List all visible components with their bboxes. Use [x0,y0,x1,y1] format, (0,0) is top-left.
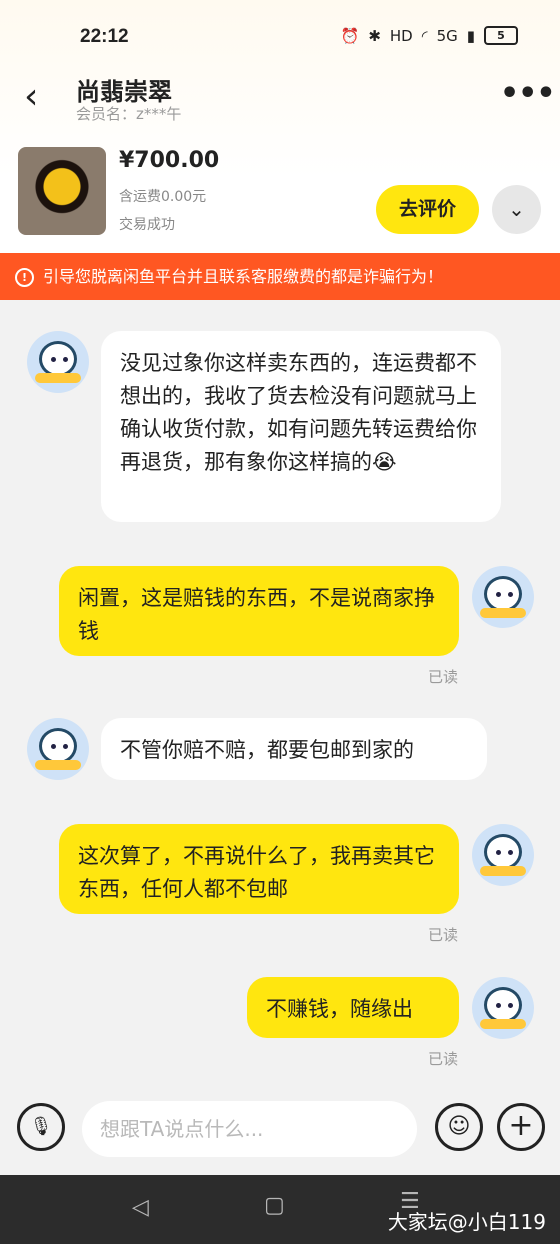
watermark-text: 大家坛@小白119 [387,1210,546,1234]
warning-icon: ! [15,268,34,287]
page-title: 尚翡崇翠 [76,78,172,106]
message-bubble-4: 不赚钱，随缘出 [247,977,459,1038]
microphone-icon[interactable]: 🎙 [17,1103,65,1151]
message-bubble-2: 不管你赔不赔，都要包邮到家的 [101,718,487,780]
avatar[interactable] [472,824,534,886]
bluetooth-icon: ✱ [368,26,381,45]
avatar[interactable] [472,566,534,628]
product-thumbnail[interactable] [18,147,106,235]
nav-home-icon[interactable]: ▢ [264,1193,285,1218]
product-shipping: 含运费0.00元 [119,189,207,205]
signal-icon: ▮ [466,26,475,45]
status-bar: 22:12 ⏰ ✱ HD ◜ 5G ▮ 5 [0,18,560,58]
avatar[interactable] [472,977,534,1039]
battery-icon: 5 [484,26,518,45]
input-bar: 🎙 想跟TA说点什么... ☺ + [0,1085,560,1175]
message-bubble-0: 没见过象你这样卖东西的，连运费都不想出的，我收了货去检没有问题就马上确认收货付款… [101,331,501,522]
member-name: 会员名：z***午 [76,105,182,123]
wifi-icon: ◜ [421,26,428,45]
fraud-warning-banner: ! 引导您脱离闲鱼平台并且联系客服缴费的都是诈骗行为！ [0,253,560,300]
emoji-icon[interactable]: ☺ [435,1103,483,1151]
read-receipt: 已读 [428,668,459,686]
hd-icon: HD [389,26,413,45]
read-receipt: 已读 [428,926,459,944]
network-icon: 5G [436,26,458,45]
back-icon[interactable]: ‹ [24,76,38,117]
message-bubble-1: 闲置，这是赔钱的东西，不是说商家挣钱 [59,566,459,656]
alarm-icon: ⏰ [340,26,360,45]
avatar[interactable] [27,718,89,780]
plus-icon[interactable]: + [497,1103,545,1151]
system-nav-bar: ◁ ▢ ☰ 大家坛@小白119 [0,1175,560,1244]
more-options-icon[interactable]: ••• [500,76,556,111]
read-receipt: 已读 [428,1050,459,1068]
nav-back-icon[interactable]: ◁ [132,1195,149,1220]
message-bubble-3: 这次算了，不再说什么了，我再卖其它东西，任何人都不包邮 [59,824,459,914]
chevron-down-icon[interactable]: ⌄ [492,185,541,234]
avatar[interactable] [27,331,89,393]
warning-text: 引导您脱离闲鱼平台并且联系客服缴费的都是诈骗行为！ [43,267,444,286]
message-input[interactable]: 想跟TA说点什么... [82,1101,417,1157]
review-button[interactable]: 去评价 [376,185,479,234]
product-price: ¥700.00 [119,148,220,173]
status-time: 22:12 [80,26,129,47]
order-status: 交易成功 [119,217,175,233]
status-icons: ⏰ ✱ HD ◜ 5G ▮ 5 [341,26,518,45]
